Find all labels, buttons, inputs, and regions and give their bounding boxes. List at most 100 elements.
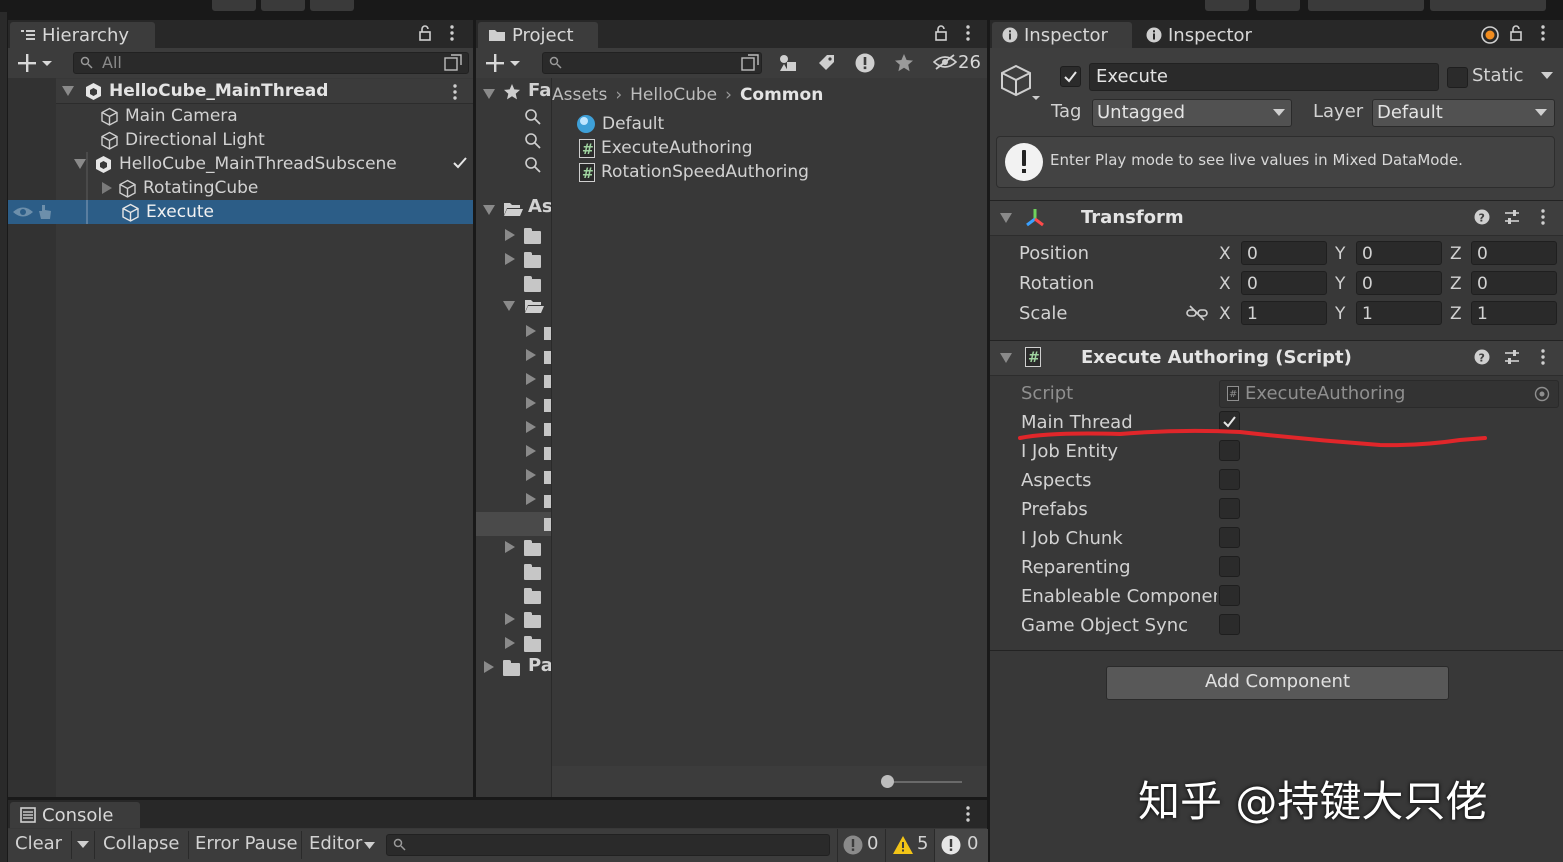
folder-icon[interactable] <box>524 567 541 580</box>
console-menu-icon[interactable] <box>965 805 971 823</box>
layout-dropdown[interactable] <box>1430 0 1546 11</box>
hierarchy-row-directional-light[interactable]: Directional Light <box>100 128 265 152</box>
reparenting-checkbox[interactable] <box>1219 556 1240 577</box>
i-job-entity-checkbox[interactable] <box>1219 440 1240 461</box>
folder-icon[interactable] <box>524 231 541 244</box>
console-search-input[interactable] <box>386 834 830 856</box>
scene-visibility-icon[interactable] <box>444 54 462 72</box>
zoom-slider-handle[interactable] <box>881 775 894 788</box>
expand-arrow-icon[interactable] <box>74 159 86 169</box>
rotation-z-field[interactable]: 0 <box>1471 271 1557 295</box>
gameobject-cube-icon[interactable] <box>1000 64 1040 104</box>
rotation-y-field[interactable]: 0 <box>1356 271 1442 295</box>
component-menu-icon[interactable] <box>1540 348 1546 366</box>
file-item-default[interactable]: Default <box>576 112 664 136</box>
search-by-type-icon[interactable] <box>778 53 798 73</box>
script-component-header[interactable]: # Execute Authoring (Script) ? <box>990 340 1563 376</box>
help-icon[interactable]: ? <box>1474 349 1490 365</box>
create-plus-icon[interactable] <box>18 54 52 72</box>
tab-inspector-2[interactable]: Inspector <box>1136 22 1276 48</box>
folder-icon[interactable] <box>544 495 551 508</box>
position-y-field[interactable]: 0 <box>1356 241 1442 265</box>
breadcrumb-item-current[interactable]: Common <box>740 85 823 105</box>
axis-z-label[interactable]: Z <box>1450 274 1462 294</box>
axis-z-label[interactable]: Z <box>1450 304 1462 324</box>
scale-x-field[interactable]: 1 <box>1241 301 1327 325</box>
hierarchy-row-execute-selected[interactable] <box>8 200 473 224</box>
hierarchy-row-rotatingcube[interactable]: RotatingCube <box>102 176 258 200</box>
hierarchy-row-subscene[interactable]: HelloCube_MainThreadSubscene <box>74 152 473 176</box>
main-thread-checkbox[interactable] <box>1219 411 1240 432</box>
pause-button[interactable] <box>261 0 305 11</box>
collapsed-arrow-icon[interactable] <box>505 253 515 265</box>
collapsed-arrow-icon[interactable] <box>102 182 112 194</box>
search-by-label-icon[interactable] <box>816 53 836 73</box>
collapsed-arrow-icon[interactable] <box>526 469 536 481</box>
folder-icon[interactable] <box>544 327 551 340</box>
collapsed-arrow-icon[interactable] <box>526 325 536 337</box>
expand-arrow-icon[interactable] <box>503 301 515 311</box>
position-z-field[interactable]: 0 <box>1471 241 1557 265</box>
axis-y-label[interactable]: Y <box>1335 244 1345 264</box>
rotation-x-field[interactable]: 0 <box>1241 271 1327 295</box>
scale-z-field[interactable]: 1 <box>1471 301 1557 325</box>
static-dropdown-arrow-icon[interactable] <box>1541 72 1553 80</box>
search-button[interactable] <box>1256 0 1300 11</box>
create-plus-icon[interactable] <box>486 54 520 72</box>
layers-dropdown[interactable] <box>1308 0 1424 11</box>
axis-y-label[interactable]: Y <box>1335 274 1345 294</box>
lock-icon[interactable] <box>418 25 432 41</box>
collapse-button[interactable]: Collapse <box>103 833 180 854</box>
expand-arrow-icon[interactable] <box>62 86 74 96</box>
static-checkbox[interactable] <box>1447 67 1468 88</box>
saved-search-icon[interactable] <box>524 156 542 174</box>
folder-icon[interactable] <box>544 423 551 436</box>
clear-options-dropdown[interactable] <box>71 831 95 859</box>
inspector-menu-icon[interactable] <box>1540 24 1546 42</box>
hierarchy-menu-icon[interactable] <box>449 24 455 42</box>
axis-x-label[interactable]: X <box>1219 244 1231 264</box>
folder-icon[interactable] <box>524 255 541 268</box>
component-menu-icon[interactable] <box>1540 208 1546 226</box>
hierarchy-row-main-camera[interactable]: Main Camera <box>100 104 238 128</box>
clear-button[interactable]: Clear <box>15 833 62 854</box>
warning-filter-toggle[interactable]: 5 <box>885 829 934 862</box>
lock-icon[interactable] <box>1509 25 1523 41</box>
collapsed-arrow-icon[interactable] <box>526 349 536 361</box>
tab-inspector-1[interactable]: Inspector <box>992 22 1132 48</box>
constrain-proportions-link-icon[interactable] <box>1186 305 1208 321</box>
folder-icon[interactable] <box>524 279 541 292</box>
script-object-field[interactable]: # ExecuteAuthoring <box>1219 380 1559 408</box>
breadcrumb-item[interactable]: HelloCube <box>630 85 717 105</box>
collapsed-arrow-icon[interactable] <box>505 637 515 649</box>
folder-icon[interactable] <box>544 351 551 364</box>
breadcrumb-item[interactable]: Assets <box>552 85 607 105</box>
collapsed-arrow-icon[interactable] <box>505 613 515 625</box>
search-by-log-type-icon[interactable] <box>854 52 876 74</box>
folder-icon[interactable] <box>524 639 541 652</box>
axis-x-label[interactable]: X <box>1219 274 1231 294</box>
active-checkbox[interactable] <box>1060 66 1081 87</box>
tag-dropdown[interactable]: Untagged <box>1092 99 1292 127</box>
pickable-hand-icon[interactable] <box>36 203 54 221</box>
foldout-arrow-icon[interactable] <box>1000 213 1012 223</box>
error-filter-toggle[interactable]: 0 <box>934 829 988 862</box>
foldout-arrow-icon[interactable] <box>1000 353 1012 363</box>
add-component-button[interactable]: Add Component <box>1106 666 1449 700</box>
step-button[interactable] <box>310 0 354 11</box>
file-item-executeauthoring[interactable]: # ExecuteAuthoring <box>579 136 753 160</box>
hierarchy-row-scene[interactable]: HelloCube_MainThread <box>56 79 473 104</box>
expand-arrow-icon[interactable] <box>483 205 495 215</box>
game-object-sync-checkbox[interactable] <box>1219 614 1240 635</box>
folder-icon[interactable] <box>524 543 541 556</box>
log-filter-toggle[interactable]: 0 <box>837 829 886 862</box>
debug-mode-icon[interactable] <box>1480 25 1500 45</box>
lock-icon[interactable] <box>934 25 948 41</box>
object-picker-icon[interactable] <box>1534 386 1550 402</box>
zoom-slider-track[interactable] <box>882 781 962 783</box>
tree-row-selected[interactable] <box>476 512 551 536</box>
folder-icon[interactable] <box>503 663 520 676</box>
folder-icon[interactable] <box>544 399 551 412</box>
scale-y-field[interactable]: 1 <box>1356 301 1442 325</box>
help-icon[interactable]: ? <box>1474 209 1490 225</box>
